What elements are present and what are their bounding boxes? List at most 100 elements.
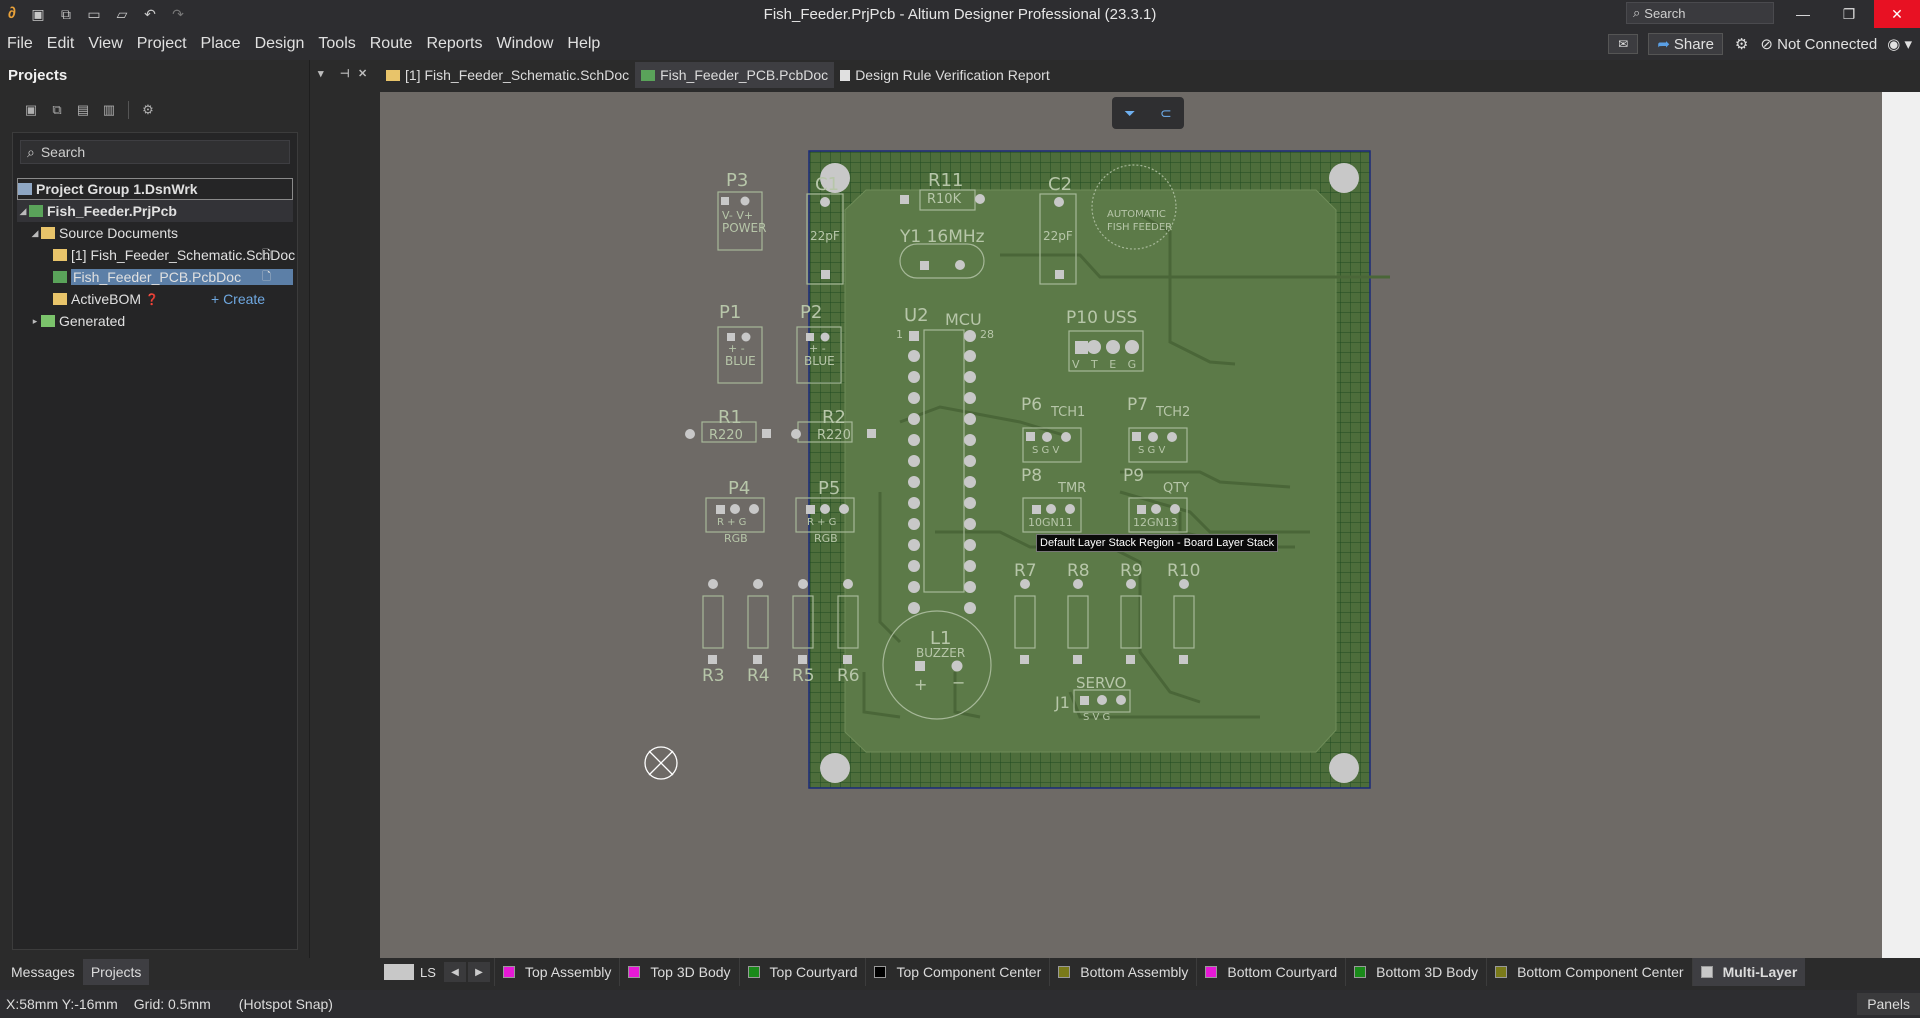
label-p7-pins: S G V — [1138, 445, 1166, 456]
layer-set-selector[interactable]: LS — [384, 962, 442, 982]
menu-help[interactable]: Help — [560, 28, 607, 60]
source-documents-label: Source Documents — [59, 225, 179, 241]
label-p6-pins: S G V — [1032, 445, 1060, 456]
bom-icon — [53, 293, 67, 305]
snap-toggle-icon[interactable]: ⊂ — [1160, 105, 1172, 122]
open-folder-icon[interactable]: ▭ — [80, 0, 108, 28]
label-tch2: TCH2 — [1156, 405, 1191, 420]
open-folder-icon[interactable]: ▥ — [96, 98, 122, 122]
label-p5-rgb: RGB — [814, 532, 838, 545]
project-label: Fish_Feeder.PrjPcb — [47, 203, 177, 219]
panel-close-icon[interactable]: ✕ — [358, 67, 367, 80]
panels-button[interactable]: Panels — [1857, 993, 1920, 1015]
menu-place[interactable]: Place — [194, 28, 248, 60]
label-p10: P10 USS — [1066, 308, 1138, 328]
project-options-gear-icon[interactable]: ⚙ — [135, 98, 161, 122]
label-tmr: TMR — [1058, 481, 1087, 496]
tree-activebom[interactable]: ActiveBOM ❓ + Create — [13, 288, 297, 310]
settings-gear-icon[interactable]: ⚙ — [1735, 35, 1748, 53]
tree-project[interactable]: ◢ Fish_Feeder.PrjPcb — [17, 200, 293, 222]
schematic-doc-icon — [53, 249, 67, 261]
projects-panel: Projects ▾ ⊣ ✕ ▣ ⧉ ▤ ▥ ⚙ ⌕ Search Projec… — [0, 60, 367, 960]
expand-arrow-icon[interactable]: ▸ — [29, 316, 41, 327]
menu-view[interactable]: View — [81, 28, 129, 60]
tree-pcb-doc[interactable]: Fish_Feeder_PCB.PcbDoc 🗋 — [13, 266, 293, 288]
tab-messages[interactable]: Messages — [3, 959, 83, 985]
label-p9-pins: 12GN13 — [1133, 516, 1178, 529]
project-search-input[interactable]: ⌕ Search — [20, 140, 290, 164]
user-account-icon[interactable]: ◉ ▾ — [1887, 35, 1912, 53]
share-button[interactable]: ➦ Share — [1648, 33, 1723, 55]
filter-icon[interactable]: ⏷ — [1124, 105, 1135, 122]
pcb-canvas[interactable]: P3 V- V+ POWER C1 22pF R11 R10K C2 22pF … — [380, 92, 1882, 958]
open-project-icon[interactable]: ▱ — [108, 0, 136, 28]
label-c1: C1 — [815, 174, 840, 195]
layer-tab-bottom-courtyard[interactable]: Bottom Courtyard — [1196, 958, 1345, 986]
layer-color-swatch — [1700, 966, 1713, 978]
layer-prev-arrow-icon[interactable]: ◀ — [444, 962, 466, 982]
grid-size: Grid: 0.5mm — [133, 996, 211, 1012]
pcb-project-icon — [29, 205, 43, 217]
menu-window[interactable]: Window — [489, 28, 560, 60]
collapse-arrow-icon[interactable]: ◢ — [29, 228, 41, 239]
tab-projects[interactable]: Projects — [82, 959, 150, 985]
label-c1-value: 22pF — [810, 229, 840, 243]
global-search-input[interactable]: ⌕ Search — [1626, 2, 1774, 24]
document-icon: 🗋 — [262, 248, 271, 261]
save-all-documents-icon[interactable]: ⧉ — [44, 98, 70, 122]
tab-schematic[interactable]: [1] Fish_Feeder_Schematic.SchDoc — [380, 62, 635, 88]
status-bar: X:58mm Y:-16mm Grid: 0.5mm (Hotspot Snap… — [0, 990, 1920, 1018]
save-project-icon[interactable]: ▣ — [18, 98, 44, 122]
vertical-scrollbar[interactable] — [1882, 92, 1920, 958]
connection-status[interactable]: ⊘ Not Connected — [1760, 35, 1877, 53]
tree-schematic-doc[interactable]: [1] Fish_Feeder_Schematic.SchDoc 🗋 — [13, 244, 297, 266]
label-r10: R10 — [1167, 561, 1201, 581]
tree-generated[interactable]: ▸ Generated — [13, 310, 297, 332]
tab-pcb-label: Fish_Feeder_PCB.PcbDoc — [660, 67, 829, 83]
create-bom-link[interactable]: + Create — [211, 291, 265, 307]
restore-button[interactable]: ❐ — [1826, 0, 1872, 28]
menu-route[interactable]: Route — [363, 28, 420, 60]
projects-panel-title: Projects — [8, 66, 68, 84]
save-icon[interactable]: ▣ — [24, 0, 52, 28]
layer-tab-top-courtyard[interactable]: Top Courtyard — [738, 958, 866, 986]
menu-edit[interactable]: Edit — [40, 28, 82, 60]
compile-icon[interactable]: ▤ — [70, 98, 96, 122]
tab-pcb[interactable]: Fish_Feeder_PCB.PcbDoc — [635, 62, 835, 88]
tab-drc-report[interactable]: Design Rule Verification Report — [834, 62, 1056, 88]
layer-set-label: LS — [420, 964, 436, 980]
tree-source-documents[interactable]: ◢ Source Documents — [13, 222, 297, 244]
layer-tab-top-component-center[interactable]: Top Component Center — [865, 958, 1049, 986]
menu-project[interactable]: Project — [130, 28, 194, 60]
menu-reports[interactable]: Reports — [419, 28, 489, 60]
tree-project-group[interactable]: Project Group 1.DsnWrk — [17, 178, 293, 200]
label-p9: P9 — [1123, 466, 1145, 486]
save-all-icon[interactable]: ⧉ — [52, 0, 80, 28]
layer-tab-bottom-assembly[interactable]: Bottom Assembly — [1049, 958, 1196, 986]
projects-toolbar: ▣ ⧉ ▤ ▥ ⚙ — [0, 90, 309, 130]
redo-icon[interactable]: ↷ — [164, 0, 192, 28]
pin-icon[interactable]: ⊣ — [340, 67, 350, 80]
label-qty: QTY — [1163, 481, 1190, 496]
panel-menu-icon[interactable]: ▾ — [318, 67, 324, 80]
minimize-button[interactable]: — — [1780, 0, 1826, 28]
layer-tab-bottom-3d-body[interactable]: Bottom 3D Body — [1345, 958, 1486, 986]
layer-next-arrow-icon[interactable]: ▶ — [468, 962, 490, 982]
label-p7: P7 — [1127, 395, 1149, 415]
menu-design[interactable]: Design — [248, 28, 312, 60]
menu-tools[interactable]: Tools — [311, 28, 362, 60]
menu-file[interactable]: File — [0, 28, 40, 60]
altium-logo-icon[interactable]: ∂ — [0, 0, 24, 28]
layer-tab-top-3d-body[interactable]: Top 3D Body — [619, 958, 738, 986]
layer-color-swatch — [628, 966, 641, 978]
layer-tab-multi-layer[interactable]: Multi-Layer — [1691, 958, 1806, 986]
layer-tab-bottom-component-center[interactable]: Bottom Component Center — [1486, 958, 1692, 986]
close-button[interactable]: ✕ — [1874, 0, 1920, 28]
notifications-button[interactable]: ✉ — [1608, 34, 1639, 54]
help-icon[interactable]: ❓ — [145, 293, 159, 306]
layer-tab-top-assembly[interactable]: Top Assembly — [494, 958, 619, 986]
share-icon: ➦ — [1657, 36, 1670, 53]
collapse-arrow-icon[interactable]: ◢ — [17, 206, 29, 217]
undo-icon[interactable]: ↶ — [136, 0, 164, 28]
workspace-icon — [18, 183, 32, 195]
